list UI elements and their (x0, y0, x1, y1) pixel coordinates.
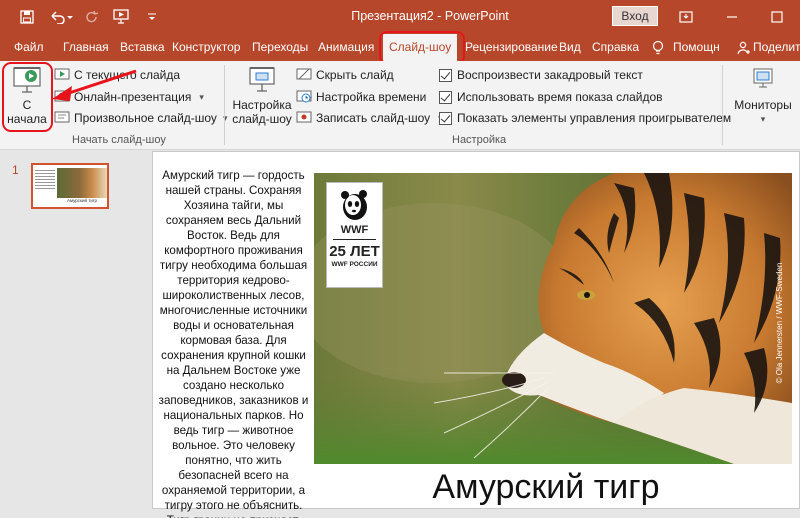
tab-share[interactable]: Поделит (753, 33, 800, 61)
panda-logo-icon (340, 190, 367, 220)
tab-help[interactable]: Справка (592, 33, 639, 61)
from-beginning-label: С начала (7, 98, 47, 126)
slide-number: 1 (12, 163, 19, 177)
present-icon[interactable] (110, 0, 132, 33)
redo-icon[interactable] (82, 0, 102, 33)
tab-review[interactable]: Рецензирование (465, 33, 558, 61)
dropdown-arrow-icon: ▾ (760, 114, 766, 124)
monitors-icon (753, 68, 773, 88)
save-icon[interactable] (16, 0, 38, 33)
record-slideshow-label: Записать слайд-шоу (316, 111, 431, 125)
play-narrations-label: Воспроизвести закадровый текст (457, 68, 643, 82)
slideshow-start-icon (13, 67, 41, 93)
from-beginning-button[interactable]: С начала (6, 65, 48, 126)
rehearse-timings-button[interactable]: Настройка времени (296, 88, 426, 106)
online-presentation-button[interactable]: Онлайн-презентация ▾ (54, 88, 204, 106)
online-presentation-icon (54, 90, 70, 102)
custom-slideshow-label: Произвольное слайд-шоу (74, 111, 217, 125)
tab-tell-me[interactable]: Помощн (673, 33, 720, 61)
tab-insert[interactable]: Вставка (120, 33, 165, 61)
play-narrations-checkbox[interactable]: Воспроизвести закадровый текст (439, 66, 643, 84)
monitors-button[interactable]: Мониторы ▾ (732, 67, 794, 126)
monitors-label: Мониторы (734, 98, 792, 112)
slide-title[interactable]: Амурский тигр (316, 468, 776, 507)
setup-group-label: Настройка (452, 134, 507, 146)
dropdown-arrow-icon: ▾ (199, 91, 204, 102)
slide-body-text[interactable]: Амурский тигр — гордость нашей страны. С… (155, 168, 312, 518)
show-media-controls-label: Показать элементы управления проигрывате… (457, 111, 732, 125)
group-separator (722, 65, 723, 145)
from-current-icon (54, 68, 70, 80)
share-icon[interactable] (737, 33, 751, 61)
from-current-label: С текущего слайда (74, 68, 181, 82)
tab-view[interactable]: Вид (559, 33, 581, 61)
undo-icon[interactable] (46, 0, 76, 33)
setup-slideshow-icon (249, 67, 275, 92)
tab-transitions[interactable]: Переходы (252, 33, 308, 61)
thumbnail-caption: Амурский тигр (66, 198, 98, 203)
show-media-controls-checkbox[interactable]: Показать элементы управления проигрывате… (439, 109, 731, 127)
setup-slideshow-label: Настройка слайд-шоу (232, 98, 292, 126)
tab-design[interactable]: Конструктор (172, 33, 240, 61)
lightbulb-icon[interactable] (652, 33, 664, 61)
use-timings-checkbox[interactable]: Использовать время показа слайдов (439, 88, 663, 106)
tab-slideshow[interactable]: Слайд-шоу (383, 34, 458, 61)
custom-slideshow-icon (54, 111, 70, 123)
ribbon-tabs: Файл Главная Вставка Конструктор Переход… (0, 33, 800, 61)
start-group-label: Начать слайд-шоу (72, 134, 166, 146)
tiger-photo[interactable]: © Ola Jennersten / WWF-Sweden (314, 173, 792, 464)
ribbon-display-icon[interactable] (663, 0, 709, 33)
wwf-brand-text: WWF (340, 224, 369, 236)
photo-credit: © Ola Jennersten / WWF-Sweden (775, 263, 784, 384)
title-bar: Презентация2 - PowerPoint Вход (0, 0, 800, 33)
slide-thumbnail[interactable]: Амурский тигр (31, 163, 109, 209)
wwf-years-text: 25 ЛЕТ (329, 243, 380, 260)
tab-animations[interactable]: Анимация (318, 33, 374, 61)
wwf-logo: WWF 25 ЛЕТ WWF РОССИИ (326, 182, 383, 288)
tab-home[interactable]: Главная (63, 33, 109, 61)
login-button[interactable]: Вход (612, 6, 658, 26)
hide-slide-label: Скрыть слайд (316, 68, 394, 82)
online-presentation-label: Онлайн-презентация (74, 90, 192, 104)
wwf-russia-text: WWF РОССИИ (331, 261, 378, 268)
custom-slideshow-button[interactable]: Произвольное слайд-шоу ▾ (54, 109, 227, 127)
minimize-icon[interactable] (709, 0, 755, 33)
checkbox-checked-icon (439, 111, 452, 125)
from-current-button[interactable]: С текущего слайда (54, 66, 180, 84)
use-timings-label: Использовать время показа слайдов (457, 90, 663, 104)
group-separator (224, 65, 225, 145)
hide-slide-icon (296, 68, 312, 80)
checkbox-checked-icon (439, 68, 452, 82)
record-slideshow-icon (296, 111, 312, 123)
tab-file[interactable]: Файл (14, 33, 44, 61)
rehearse-timings-icon (296, 90, 312, 103)
rehearse-timings-label: Настройка времени (316, 90, 427, 104)
customize-icon[interactable] (144, 0, 160, 33)
record-slideshow-button[interactable]: Записать слайд-шоу ▾ (296, 109, 443, 127)
hide-slide-button[interactable]: Скрыть слайд (296, 66, 394, 84)
thumbnail-tiger-image (57, 168, 107, 198)
ribbon: С начала С текущего слайда Онлайн-презен… (0, 61, 800, 150)
setup-slideshow-button[interactable]: Настройка слайд-шоу (232, 65, 292, 126)
maximize-icon[interactable] (754, 0, 800, 33)
thumbnail-text-lines (35, 168, 55, 192)
checkbox-checked-icon (439, 90, 452, 104)
